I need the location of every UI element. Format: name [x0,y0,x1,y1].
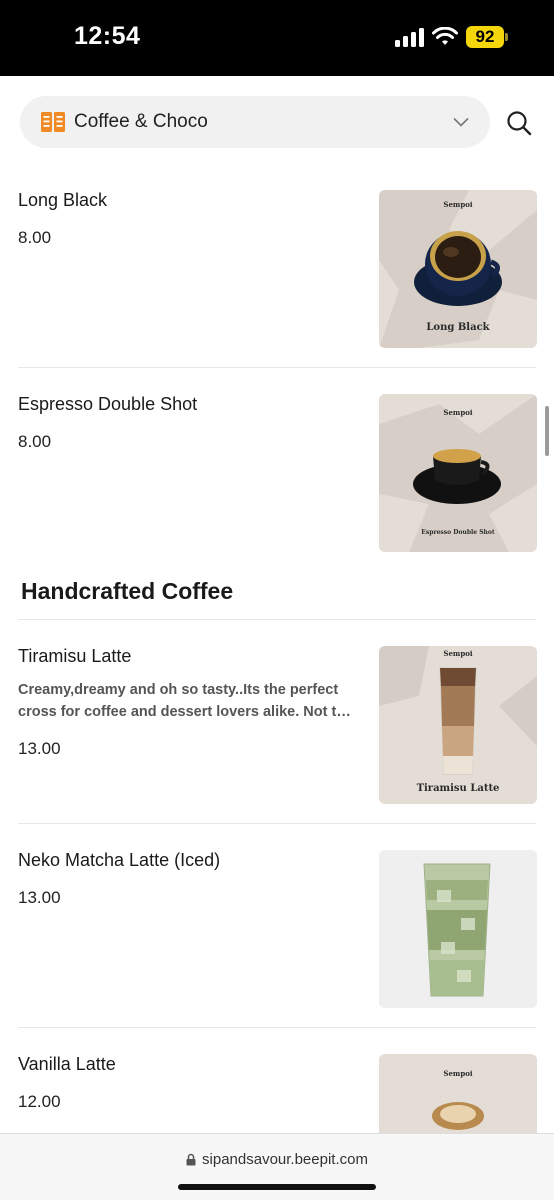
lock-icon [186,1153,196,1166]
item-price: 13.00 [18,739,61,758]
wifi-icon [432,27,458,45]
menu-item[interactable]: Neko Matcha Latte (Iced) 13.00 [0,824,554,1028]
home-indicator[interactable] [178,1184,376,1190]
url-text: sipandsavour.beepit.com [202,1151,368,1168]
section-title-text: Handcrafted Coffee [21,578,234,604]
image-caption: Tiramisu Latte [417,783,500,794]
item-image[interactable]: Sempoi Long Black [379,190,537,348]
item-image[interactable] [379,850,537,1008]
image-brand: Sempoi [443,1069,472,1078]
item-name: Tiramisu Latte [18,646,132,666]
image-caption: Espresso Double Shot [421,529,495,536]
item-price: 12.00 [18,1092,61,1111]
item-name: Long Black [18,190,108,210]
category-dropdown[interactable]: Coffee & Choco [20,96,490,148]
menu-item[interactable]: Espresso Double Shot 8.00 Sempoi Espress… [0,368,554,602]
menu-book-icon [40,111,66,133]
battery-level: 92 [466,26,504,48]
item-price: 8.00 [18,432,52,451]
item-name: Vanilla Latte [18,1054,116,1074]
item-image[interactable]: Sempoi Tiramisu Latte [379,646,537,804]
status-bar: 12:54 92 [0,0,554,76]
status-time: 12:54 [74,22,141,50]
menu-header: Coffee & Choco [0,76,554,164]
item-name: Neko Matcha Latte (Iced) [18,850,221,870]
item-image[interactable]: Sempoi Espresso Double Shot [379,394,537,552]
item-price: 13.00 [18,888,61,907]
search-icon[interactable] [505,109,533,137]
image-brand: Sempoi [443,649,472,658]
chevron-down-icon [452,113,470,131]
menu-item[interactable]: Long Black 8.00 Sempoi Long Black [0,164,554,368]
browser-url-bar[interactable]: sipandsavour.beepit.com [0,1133,554,1200]
item-name: Espresso Double Shot [18,394,198,414]
image-brand: Sempoi [443,200,472,209]
item-description: Creamy,dreamy and oh so tasty..Its the p… [18,682,355,720]
category-label: Coffee & Choco [74,111,208,132]
image-caption: Long Black [426,322,490,333]
item-price: 8.00 [18,228,52,247]
image-brand: Sempoi [443,408,472,417]
signal-icon [395,27,424,47]
battery-icon: 92 [466,26,508,48]
menu-list: Long Black 8.00 Sempoi Long Black Espres… [0,164,554,1200]
section-title: Handcrafted Coffee [0,568,554,620]
menu-item[interactable]: Tiramisu Latte Creamy,dreamy and oh so t… [0,620,554,824]
status-icons: 92 [395,26,508,48]
